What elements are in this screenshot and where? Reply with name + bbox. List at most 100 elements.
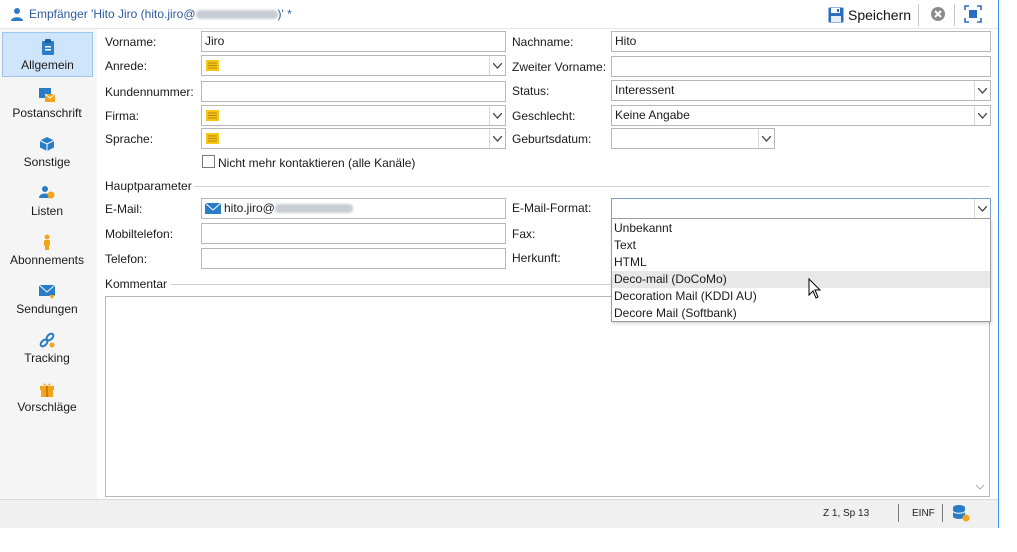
- kundennummer-input[interactable]: [201, 81, 506, 102]
- close-icon[interactable]: [930, 6, 946, 22]
- sidebar-item-label: Abonnements: [9, 253, 85, 267]
- cursor-position: Z 1, Sp 13: [823, 508, 870, 519]
- dropdown-option-decore-mail-softbank[interactable]: Decore Mail (Softbank): [612, 305, 990, 322]
- telefon-input[interactable]: [201, 248, 506, 269]
- toolbar-separator: [918, 4, 919, 26]
- section-divider: [194, 186, 990, 187]
- floppy-disk-icon: [828, 7, 844, 23]
- insert-mode: EINF: [912, 508, 935, 519]
- sidebar-item-allgemein[interactable]: Allgemein: [2, 32, 93, 77]
- recipient-window: Empfänger 'Hito Jiro (hito.jiro@)' * Spe…: [0, 0, 999, 528]
- chevron-down-icon[interactable]: [489, 56, 505, 75]
- no-contact-label: Nicht mehr kontaktieren (alle Kanäle): [218, 156, 416, 170]
- scroll-down-icon[interactable]: [975, 482, 985, 492]
- chevron-down-icon[interactable]: [974, 199, 990, 218]
- vorname-input[interactable]: Jiro: [201, 31, 506, 52]
- kommentar-heading: Kommentar: [105, 277, 168, 291]
- status-bar: Z 1, Sp 13 EINF: [0, 499, 998, 528]
- nachname-input[interactable]: Hito: [611, 31, 991, 52]
- sidebar-item-sendungen[interactable]: Sendungen: [0, 277, 94, 322]
- sidebar-item-abonnements[interactable]: Abonnements: [0, 228, 94, 273]
- sidebar-item-label: Sendungen: [16, 302, 78, 316]
- geschlecht-value: Keine Angabe: [615, 108, 690, 122]
- vorname-label: Vorname:: [105, 35, 157, 49]
- email-format-dropdown: Unbekannt Text HTML Deco-mail (DoCoMo) D…: [611, 218, 991, 322]
- status-separator: [942, 504, 943, 522]
- window-title: Empfänger 'Hito Jiro (hito.jiro@)' *: [29, 7, 292, 21]
- geschlecht-select[interactable]: Keine Angabe: [611, 105, 991, 126]
- anrede-label: Anrede:: [105, 59, 148, 73]
- mail-address-icon: [39, 88, 55, 102]
- user-icon: [11, 8, 23, 21]
- kundennummer-label: Kundennummer:: [105, 85, 194, 99]
- link-list-icon: [206, 110, 219, 121]
- sprache-select[interactable]: [201, 128, 506, 149]
- sidebar-item-vorschlaege[interactable]: Vorschläge: [0, 375, 94, 420]
- redacted-email: [195, 10, 278, 20]
- users-icon: [39, 186, 55, 199]
- mouse-cursor-icon: [808, 278, 822, 299]
- chevron-down-icon[interactable]: [489, 106, 505, 125]
- clipboard-icon: [41, 39, 54, 55]
- fax-label: Fax:: [512, 227, 536, 241]
- sidebar: Allgemein Postanschrift Sonstige Listen …: [0, 29, 97, 499]
- sidebar-item-label: Tracking: [24, 351, 70, 365]
- sprache-label: Sprache:: [105, 132, 154, 146]
- status-value: Interessent: [615, 83, 675, 97]
- person-icon: [44, 234, 50, 250]
- link-list-icon: [206, 60, 219, 71]
- email-format-label: E-Mail-Format:: [512, 201, 592, 215]
- geburtsdatum-label: Geburtsdatum:: [512, 132, 592, 146]
- herkunft-label: Herkunft:: [512, 251, 561, 265]
- link-icon: [39, 332, 55, 348]
- save-button[interactable]: Speichern: [828, 5, 911, 25]
- sidebar-item-listen[interactable]: Listen: [0, 179, 94, 224]
- envelope-icon: [39, 284, 55, 299]
- status-separator: [898, 504, 899, 522]
- chevron-down-icon[interactable]: [489, 129, 505, 148]
- email-input[interactable]: hito.jiro@: [201, 198, 506, 219]
- nachname-label: Nachname:: [512, 35, 574, 49]
- firma-select[interactable]: [201, 105, 506, 126]
- sidebar-item-sonstige[interactable]: Sonstige: [0, 130, 94, 175]
- no-contact-checkbox[interactable]: [202, 155, 215, 168]
- chevron-down-icon[interactable]: [974, 106, 990, 125]
- email-value: hito.jiro@: [224, 201, 353, 216]
- sidebar-item-label: Vorschläge: [17, 400, 77, 414]
- sidebar-item-label: Sonstige: [23, 155, 71, 169]
- dropdown-option-deco-mail-docomo[interactable]: Deco-mail (DoCoMo): [612, 271, 990, 288]
- sidebar-item-label: Postanschrift: [12, 106, 82, 120]
- section-divider: [171, 284, 611, 285]
- dropdown-option-text[interactable]: Text: [612, 237, 990, 254]
- title-suffix: )' *: [277, 7, 292, 21]
- dropdown-option-html[interactable]: HTML: [612, 254, 990, 271]
- chevron-down-icon[interactable]: [974, 81, 990, 100]
- zweiter-vorname-input[interactable]: [611, 56, 991, 77]
- dropdown-option-unbekannt[interactable]: Unbekannt: [612, 220, 990, 237]
- anrede-select[interactable]: [201, 55, 506, 76]
- firma-label: Firma:: [105, 109, 139, 123]
- toolbar-separator: [954, 4, 955, 26]
- maximize-icon[interactable]: [964, 5, 982, 23]
- mobiltelefon-input[interactable]: [201, 223, 506, 244]
- sidebar-item-label: Listen: [30, 204, 64, 218]
- save-button-label: Speichern: [848, 7, 912, 23]
- dropdown-option-decoration-mail-kddi[interactable]: Decoration Mail (KDDI AU): [612, 288, 990, 305]
- cube-icon: [39, 137, 55, 151]
- database-icon[interactable]: [952, 504, 970, 522]
- hauptparameter-heading: Hauptparameter: [105, 179, 192, 193]
- mobiltelefon-label: Mobiltelefon:: [105, 227, 174, 241]
- chevron-down-icon[interactable]: [758, 129, 774, 148]
- sidebar-item-tracking[interactable]: Tracking: [0, 326, 94, 371]
- telefon-label: Telefon:: [105, 252, 148, 266]
- title-bar: Empfänger 'Hito Jiro (hito.jiro@)' * Spe…: [0, 0, 998, 29]
- status-select[interactable]: Interessent: [611, 80, 991, 101]
- status-label: Status:: [512, 84, 550, 98]
- link-list-icon: [206, 133, 219, 144]
- gift-icon: [40, 383, 54, 397]
- sidebar-item-postanschrift[interactable]: Postanschrift: [0, 81, 94, 126]
- geburtsdatum-input[interactable]: [611, 128, 775, 149]
- comment-textarea[interactable]: [105, 296, 990, 497]
- sidebar-item-label: Allgemein: [21, 58, 74, 72]
- email-format-select[interactable]: [611, 198, 991, 219]
